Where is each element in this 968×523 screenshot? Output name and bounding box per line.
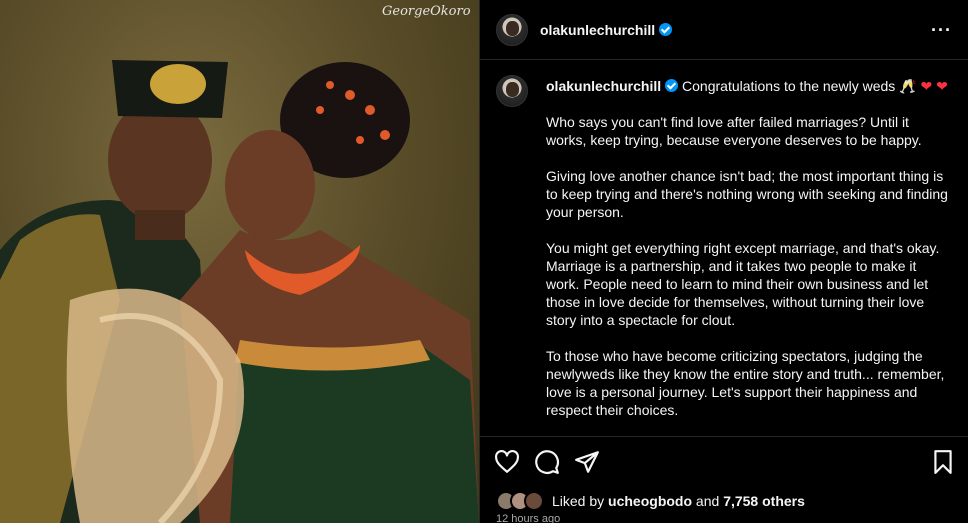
- heart-icon[interactable]: [494, 449, 520, 475]
- caption-first-line: olakunlechurchill Congratulations to the…: [546, 77, 950, 95]
- caption-paragraph-1: Who says you can't find love after faile…: [546, 114, 922, 148]
- red-heart-emoji-2: ❤: [936, 78, 948, 94]
- verified-badge-icon: [659, 22, 673, 36]
- caption-paragraph-4: To those who have become criticizing spe…: [546, 348, 945, 418]
- author-username[interactable]: olakunlechurchill: [540, 22, 673, 38]
- post-detail-panel: olakunlechurchill ··· olakunlechurchill …: [479, 0, 968, 523]
- caption-author-avatar[interactable]: [496, 75, 528, 107]
- caption-row: olakunlechurchill Congratulations to the…: [496, 75, 952, 419]
- action-bar: [480, 436, 968, 486]
- likes-count[interactable]: 7,758 others: [723, 493, 805, 509]
- share-icon[interactable]: [574, 449, 600, 475]
- author-avatar[interactable]: [496, 13, 528, 46]
- red-heart-emoji-1: ❤: [920, 78, 933, 94]
- likes-and: and: [692, 493, 724, 509]
- likes-text: Liked by ucheogbodo and 7,758 others: [552, 493, 805, 509]
- post-header: olakunlechurchill ···: [480, 0, 968, 60]
- liker-avatar: [524, 491, 544, 511]
- liked-by-username[interactable]: ucheogbodo: [608, 493, 692, 509]
- liker-avatars[interactable]: [496, 491, 544, 511]
- post-image[interactable]: GeorgeOkoro: [0, 0, 479, 523]
- caption-opening-text: Congratulations to the newly weds 🥂: [682, 78, 917, 94]
- bookmark-icon[interactable]: [930, 449, 956, 475]
- likes-prefix: Liked by: [552, 493, 609, 509]
- caption-paragraph-3: You might get everything right except ma…: [546, 240, 940, 328]
- photographer-watermark: GeorgeOkoro: [382, 4, 471, 19]
- likes-summary: Liked by ucheogbodo and 7,758 others: [496, 488, 805, 514]
- caption-section: olakunlechurchill Congratulations to the…: [480, 61, 968, 435]
- caption-paragraph-2: Giving love another chance isn't bad; th…: [546, 168, 948, 220]
- comment-icon[interactable]: [534, 449, 560, 475]
- caption-verified-badge-icon: [665, 79, 679, 92]
- post-timestamp[interactable]: 12 hours ago: [496, 513, 560, 523]
- caption-author-username[interactable]: olakunlechurchill: [546, 78, 661, 94]
- post-image-illustration: [0, 60, 479, 523]
- caption-body: olakunlechurchill Congratulations to the…: [546, 75, 950, 419]
- author-username-text[interactable]: olakunlechurchill: [540, 22, 655, 38]
- more-options-icon[interactable]: ···: [931, 21, 952, 39]
